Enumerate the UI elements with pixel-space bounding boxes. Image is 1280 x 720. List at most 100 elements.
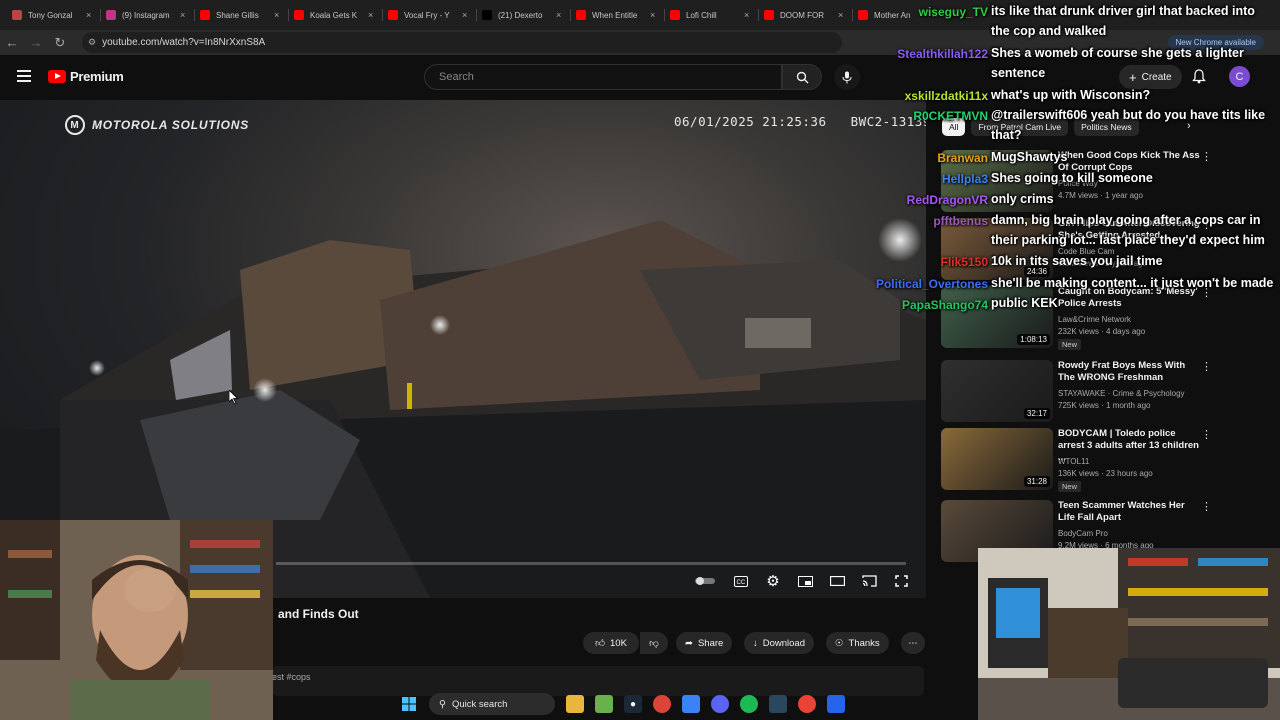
tab-title: DOOM FOR [780, 10, 824, 20]
download-button[interactable]: ↓ Download [744, 632, 814, 654]
recommended-video-title[interactable]: Rowdy Frat Boys Mess With The WRONG Fres… [1058, 360, 1203, 384]
theater-mode-button[interactable] [828, 572, 846, 590]
close-tab-icon[interactable]: × [838, 10, 846, 20]
search-input[interactable]: Search [424, 64, 782, 90]
chat-username: wiseguy_TV [918, 5, 988, 19]
more-icon: ⋯ [908, 637, 918, 649]
nvidia-icon[interactable] [595, 695, 613, 713]
browser-tab[interactable]: Shane Gillis × [194, 2, 288, 28]
recommended-video[interactable]: 32:17 Rowdy Frat Boys Mess With The WRONG… [941, 360, 1273, 422]
chat-message: she'll be making content... it just won'… [991, 276, 1274, 290]
dislike-button[interactable]: 👎︎ [640, 632, 668, 654]
theater-mode-icon [829, 576, 845, 586]
share-button[interactable]: ➦ Share [676, 632, 733, 654]
more-options-icon[interactable]: ⋮ [1201, 500, 1212, 513]
more-options-icon[interactable]: ⋮ [1201, 360, 1212, 373]
chat-message: Shes going to kill someone [991, 171, 1153, 185]
youtube-premium-logo[interactable]: Premium [48, 69, 124, 84]
close-tab-icon[interactable]: × [274, 10, 282, 20]
chat-message: what's up with Wisconsin? [991, 88, 1151, 102]
fullscreen-icon [894, 575, 908, 587]
more-options-icon[interactable]: ⋮ [1201, 428, 1212, 441]
mouse-cursor-icon [229, 390, 239, 405]
logo-text: Premium [70, 69, 124, 84]
recommended-video-title[interactable]: Teen Scammer Watches Her Life Fall Apart [1058, 500, 1203, 524]
svg-text:CC: CC [737, 580, 746, 586]
more-actions-button[interactable]: ⋯ [901, 632, 925, 654]
video-meta: 136K views · 23 hours ago [1058, 469, 1153, 478]
steam-app-icon[interactable] [769, 695, 787, 713]
app-icon[interactable] [682, 695, 700, 713]
forward-icon[interactable]: → [24, 35, 48, 50]
miniplayer-button[interactable] [796, 572, 814, 590]
address-bar[interactable]: ⚙ youtube.com/watch?v=In8NrXxnS8A [82, 32, 842, 53]
search-button[interactable] [782, 64, 822, 90]
browser-tab[interactable]: When Entitle × [570, 2, 664, 28]
browser-tab[interactable]: (9) Instagram × [100, 2, 194, 28]
fullscreen-button[interactable] [892, 572, 910, 590]
chat-username: Hellpla3 [941, 172, 988, 186]
discord-icon[interactable] [711, 695, 729, 713]
timestamp-text: 06/01/2025 21:25:36 [674, 114, 827, 129]
close-tab-icon[interactable]: × [368, 10, 376, 20]
channel-name[interactable]: STAYAWAKE · Crime & Psychology [1058, 389, 1185, 398]
chat-username: PapaShango74 [901, 298, 988, 312]
taskbar-search[interactable]: ⚲ Quick search [429, 693, 555, 715]
chrome-active-icon[interactable] [798, 695, 816, 713]
other-app-icon[interactable] [827, 695, 845, 713]
settings-button[interactable]: ⚙ [764, 572, 782, 590]
thumbs-down-icon: 👎︎ [649, 638, 659, 649]
room-camera [978, 548, 1280, 720]
close-tab-icon[interactable]: × [86, 10, 94, 20]
browser-tab[interactable]: Vocal Fry - Y × [382, 2, 476, 28]
chat-message-continued: that? [991, 128, 1022, 142]
chat-username: Flik5150 [940, 255, 988, 269]
thanks-label: Thanks [848, 637, 880, 649]
captions-icon: CC [734, 575, 748, 587]
close-tab-icon[interactable]: × [744, 10, 752, 20]
spotify-icon[interactable] [740, 695, 758, 713]
video-thumbnail[interactable]: 31:28 [941, 428, 1053, 490]
cast-button[interactable] [860, 572, 878, 590]
chrome-icon[interactable] [653, 695, 671, 713]
chat-message: only crims [991, 192, 1054, 206]
gear-icon: ⚙ [766, 573, 780, 590]
tab-title: (9) Instagram [122, 10, 170, 20]
browser-tab[interactable]: Tony Gonzal × [6, 2, 100, 28]
close-tab-icon[interactable]: × [650, 10, 658, 20]
site-info-icon[interactable]: ⚙ [88, 37, 96, 48]
back-icon[interactable]: ← [0, 35, 24, 50]
motorola-logo-icon: M [65, 115, 85, 135]
room-camera-image [978, 548, 1280, 720]
chat-username: Stealthkillah122 [897, 47, 988, 61]
browser-tab[interactable]: Lofi Chill × [664, 2, 758, 28]
cast-icon [861, 575, 877, 587]
video-title: and Finds Out [278, 607, 359, 621]
youtube-icon [670, 10, 680, 20]
subtitles-button[interactable]: CC [732, 572, 750, 590]
chat-message: 10k in tits saves you jail time [991, 254, 1163, 268]
video-thumbnail[interactable]: 32:17 [941, 360, 1053, 422]
url-text: youtube.com/watch?v=In8NrXxnS8A [102, 37, 266, 48]
menu-icon[interactable] [17, 70, 31, 82]
channel-name[interactable]: BodyCam Pro [1058, 529, 1108, 538]
youtube-logo-icon [48, 70, 66, 83]
close-tab-icon[interactable]: × [180, 10, 188, 20]
recommended-video[interactable]: 31:28 BODYCAM | Toledo police arrest 3 ad… [941, 428, 1273, 492]
browser-tab[interactable]: (21) Dexerto × [476, 2, 570, 28]
download-icon: ↓ [753, 637, 758, 649]
super-thanks-icon: ☉ [835, 637, 844, 649]
reload-icon[interactable]: ↻ [48, 35, 72, 51]
thanks-button[interactable]: ☉ Thanks [826, 632, 889, 654]
windows-start-icon[interactable] [400, 695, 418, 713]
file-explorer-icon[interactable] [566, 695, 584, 713]
close-tab-icon[interactable]: × [462, 10, 470, 20]
close-tab-icon[interactable]: × [556, 10, 564, 20]
channel-name[interactable]: WTOL11 [1058, 457, 1089, 466]
like-button[interactable]: 👍︎ 10K [583, 632, 639, 654]
browser-tab[interactable]: DOOM FOR × [758, 2, 852, 28]
browser-tab[interactable]: Koala Gets K × [288, 2, 382, 28]
autoplay-toggle[interactable] [694, 572, 716, 590]
steam-icon[interactable]: ● [624, 695, 642, 713]
new-badge: New [1058, 339, 1082, 350]
